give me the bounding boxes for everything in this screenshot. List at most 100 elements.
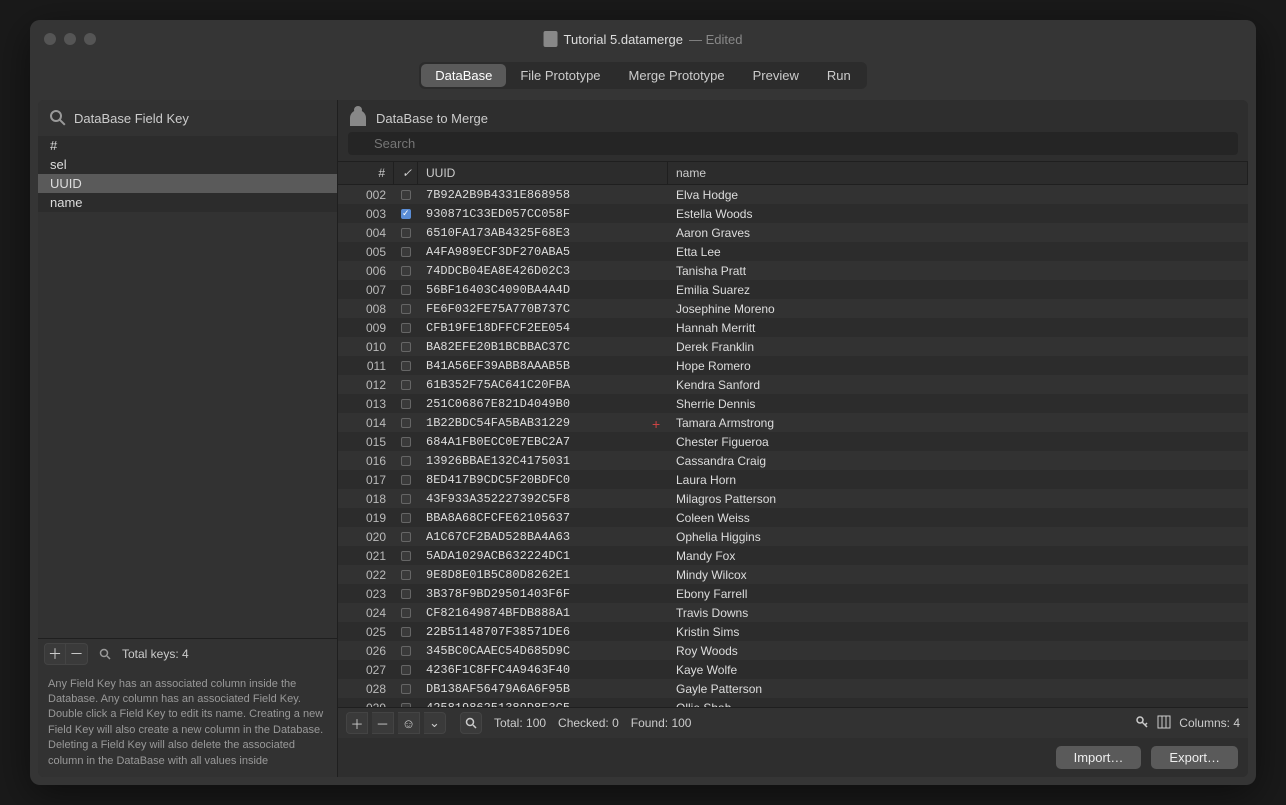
table-row[interactable]: 020A1C67CF2BAD528BA4A63Ophelia Higgins (338, 527, 1248, 546)
row-checkbox[interactable] (401, 247, 411, 257)
table-row[interactable]: 013251C06867E821D4049B0Sherrie Dennis (338, 394, 1248, 413)
cell-sel (394, 209, 418, 219)
columns-grid-icon (1157, 715, 1171, 732)
stats-group: Total: 100 Checked: 0 Found: 100 (494, 716, 691, 730)
cell-num: 009 (338, 321, 394, 335)
row-checkbox[interactable] (401, 323, 411, 333)
row-checkbox[interactable] (401, 608, 411, 618)
field-key-hash[interactable]: # (38, 136, 337, 155)
field-key-name[interactable]: name (38, 193, 337, 212)
row-checkbox[interactable] (401, 456, 411, 466)
row-checkbox[interactable] (401, 494, 411, 504)
total-keys-label: Total keys: 4 (122, 647, 189, 661)
emoji-button[interactable]: ☺ (398, 712, 420, 734)
table-row[interactable]: 0215ADA1029ACB632224DC1Mandy Fox (338, 546, 1248, 565)
row-checkbox[interactable] (401, 209, 411, 219)
cell-name: Etta Lee (668, 245, 1248, 259)
table-body[interactable]: 0027B92A2B9B4331E868958Elva Hodge0039308… (338, 185, 1248, 707)
zoom-window-button[interactable] (84, 33, 96, 45)
cell-num: 021 (338, 549, 394, 563)
table-row[interactable]: 01843F933A352227392C5F8Milagros Patterso… (338, 489, 1248, 508)
row-checkbox[interactable] (401, 437, 411, 447)
table-row[interactable]: 0233B378F9BD29501403F6FEbony Farrell (338, 584, 1248, 603)
row-checkbox[interactable] (401, 532, 411, 542)
remove-key-button[interactable]: － (66, 643, 88, 665)
table-row[interactable]: 024CF821649874BFDB888A1Travis Downs (338, 603, 1248, 622)
row-checkbox[interactable] (401, 361, 411, 371)
row-checkbox[interactable] (401, 589, 411, 599)
cell-name: Kendra Sanford (668, 378, 1248, 392)
table-row[interactable]: 010BA82EFE20B1BCBBAC37CDerek Franklin (338, 337, 1248, 356)
cell-uuid: 22B51148707F38571DE6 (418, 625, 668, 639)
row-checkbox[interactable] (401, 684, 411, 694)
table-row[interactable]: 005A4FA989ECF3DF270ABA5Etta Lee (338, 242, 1248, 261)
table-row[interactable]: 0046510FA173AB4325F68E3Aaron Graves (338, 223, 1248, 242)
minimize-window-button[interactable] (64, 33, 76, 45)
tab-preview[interactable]: Preview (739, 64, 813, 87)
field-key-sel[interactable]: sel (38, 155, 337, 174)
tab-run[interactable]: Run (813, 64, 865, 87)
table-row[interactable]: 0178ED417B9CDC5F20BDFC0Laura Horn (338, 470, 1248, 489)
table-row[interactable]: 0274236F1C8FFC4A9463F40Kaye Wolfe (338, 660, 1248, 679)
row-checkbox[interactable] (401, 627, 411, 637)
tab-merge-prototype[interactable]: Merge Prototype (615, 64, 739, 87)
cell-uuid: 56BF16403C4090BA4A4D (418, 283, 668, 297)
row-checkbox[interactable] (401, 285, 411, 295)
row-checkbox[interactable] (401, 551, 411, 561)
table-row[interactable]: 0141B22BDC54FA5BAB31229Tamara Armstrong (338, 413, 1248, 432)
table-row[interactable]: 008FE6F032FE75A770B737CJosephine Moreno (338, 299, 1248, 318)
table-row[interactable]: 01613926BBAE132C4175031Cassandra Craig (338, 451, 1248, 470)
cell-num: 018 (338, 492, 394, 506)
table-row[interactable]: 01261B352F75AC641C20FBAKendra Sanford (338, 375, 1248, 394)
tab-file-prototype[interactable]: File Prototype (506, 64, 614, 87)
dropdown-button[interactable]: ⌄ (424, 712, 446, 734)
row-checkbox[interactable] (401, 266, 411, 276)
row-checkbox[interactable] (401, 342, 411, 352)
tab-database[interactable]: DataBase (421, 64, 506, 87)
table-row[interactable]: 02522B51148707F38571DE6Kristin Sims (338, 622, 1248, 641)
row-checkbox[interactable] (401, 304, 411, 314)
table-row[interactable]: 02942581986251389D8E3C5Ollie Shah (338, 698, 1248, 707)
cell-num: 025 (338, 625, 394, 639)
row-checkbox[interactable] (401, 475, 411, 485)
export-button[interactable]: Export… (1151, 746, 1238, 769)
table-row[interactable]: 009CFB19FE18DFFCF2EE054Hannah Merritt (338, 318, 1248, 337)
remove-row-button[interactable]: － (372, 712, 394, 734)
cell-sel (394, 532, 418, 542)
column-header-uuid[interactable]: UUID (418, 162, 668, 184)
row-checkbox[interactable] (401, 190, 411, 200)
column-header-num[interactable]: # (338, 162, 394, 184)
table-row[interactable]: 019BBA8A68CFCFE62105637Coleen Weiss (338, 508, 1248, 527)
row-checkbox[interactable] (401, 228, 411, 238)
row-checkbox[interactable] (401, 418, 411, 428)
table-row[interactable]: 003930871C33ED057CC058FEstella Woods (338, 204, 1248, 223)
close-window-button[interactable] (44, 33, 56, 45)
table-row[interactable]: 026345BC0CAAEC54D685D9CRoy Woods (338, 641, 1248, 660)
field-key-uuid[interactable]: UUID (38, 174, 337, 193)
row-checkbox[interactable] (401, 665, 411, 675)
bottom-search-button[interactable] (460, 712, 482, 734)
column-header-name[interactable]: name (668, 162, 1248, 184)
table-row[interactable]: 015684A1FB0ECC0E7EBC2A7Chester Figueroa (338, 432, 1248, 451)
table-row[interactable]: 011B41A56EF39ABB8AAAB5BHope Romero (338, 356, 1248, 375)
table-row[interactable]: 0027B92A2B9B4331E868958Elva Hodge (338, 185, 1248, 204)
row-checkbox[interactable] (401, 570, 411, 580)
row-checkbox[interactable] (401, 513, 411, 523)
document-icon (544, 31, 558, 47)
table-row[interactable]: 0229E8D8E01B5C80D8262E1Mindy Wilcox (338, 565, 1248, 584)
search-icon[interactable] (94, 643, 116, 665)
cell-name: Sherrie Dennis (668, 397, 1248, 411)
cell-name: Estella Woods (668, 207, 1248, 221)
add-key-button[interactable]: ＋ (44, 643, 66, 665)
table-row[interactable]: 028DB138AF56479A6A6F95BGayle Patterson (338, 679, 1248, 698)
table-row[interactable]: 00674DDCB04EA8E426D02C3Tanisha Pratt (338, 261, 1248, 280)
row-checkbox[interactable] (401, 380, 411, 390)
column-header-sel[interactable]: ✓ (394, 162, 418, 184)
table-row[interactable]: 00756BF16403C4090BA4A4DEmilia Suarez (338, 280, 1248, 299)
add-row-button[interactable]: ＋ (346, 712, 368, 734)
row-checkbox[interactable] (401, 646, 411, 656)
search-input[interactable] (348, 132, 1238, 155)
row-checkbox[interactable] (401, 399, 411, 409)
cell-name: Hannah Merritt (668, 321, 1248, 335)
import-button[interactable]: Import… (1056, 746, 1142, 769)
